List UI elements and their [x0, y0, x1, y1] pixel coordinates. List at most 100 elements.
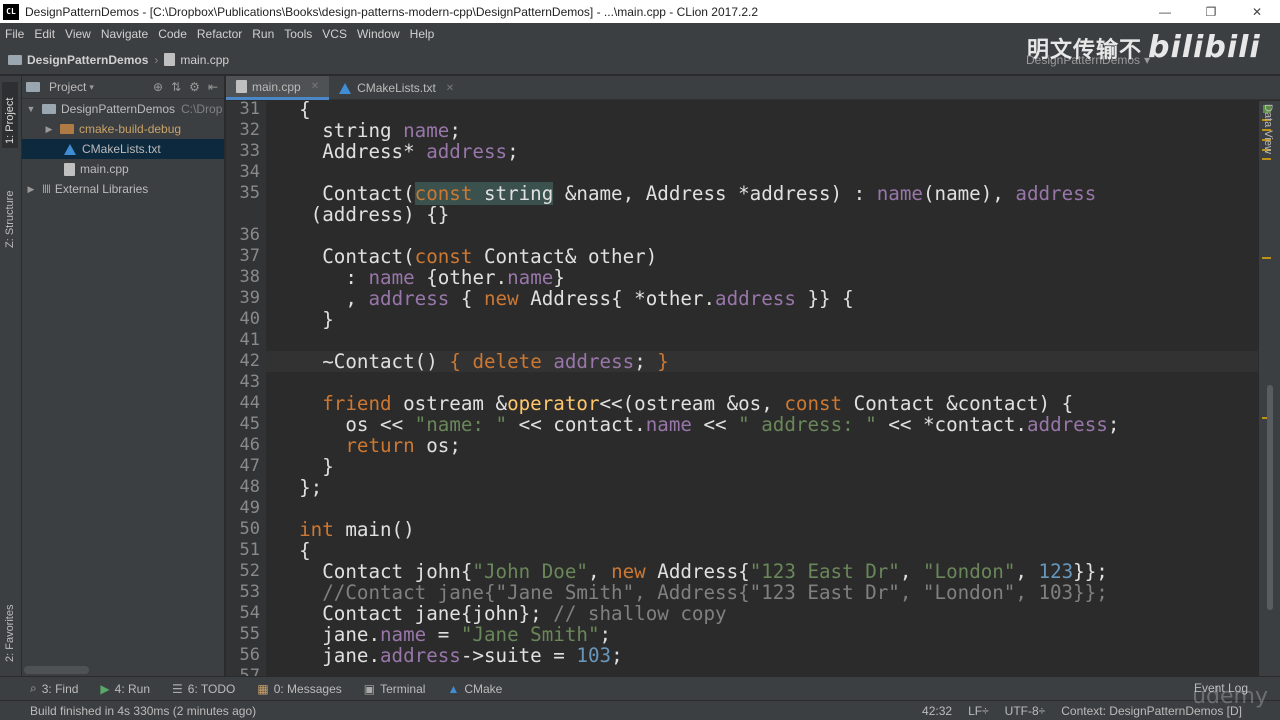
menu-view[interactable]: View — [60, 23, 96, 45]
find-toolwindow-button[interactable]: ⌕ 3: Find — [30, 681, 78, 696]
todo-toolwindow-button[interactable]: ☰ 6: TODO — [172, 682, 235, 696]
hide-panel-icon[interactable]: ⇤ — [208, 80, 218, 94]
code-token: : — [345, 266, 369, 289]
expanded-arrow-icon[interactable]: ▼ — [24, 104, 38, 114]
line-separator-selector[interactable]: LF÷ — [968, 704, 989, 718]
code-line[interactable]: ~Contact() { delete address; } — [322, 351, 669, 372]
menu-refactor[interactable]: Refactor — [192, 23, 247, 45]
close-icon[interactable]: ✕ — [446, 83, 454, 94]
code-line[interactable]: int main() — [299, 519, 415, 540]
horizontal-scrollbar[interactable] — [24, 666, 89, 674]
cmake-icon: ▲ — [447, 681, 460, 696]
code-line[interactable]: } — [322, 456, 334, 477]
library-icon: ‖‖ — [42, 182, 51, 196]
code-line[interactable]: friend ostream &operator<<(ostream &os, … — [322, 393, 1073, 414]
tab-project-toolwindow[interactable]: 1: Project — [2, 82, 18, 148]
code-line[interactable]: return os; — [345, 435, 461, 456]
tree-item-project-root[interactable]: ▼ DesignPatternDemos C:\Drop — [22, 99, 224, 119]
menu-tools[interactable]: Tools — [279, 23, 317, 45]
tree-item-cmakelists[interactable]: CMakeLists.txt — [22, 139, 224, 159]
code-token: jane. — [322, 623, 380, 646]
collapsed-arrow-icon[interactable]: ▶ — [42, 124, 56, 135]
code-line[interactable]: (address) {} — [311, 204, 450, 225]
code-line[interactable]: , address { new Address{ *other.address … — [345, 288, 853, 309]
code-line[interactable]: //Contact jane{"Jane Smith", Address{"12… — [322, 582, 1108, 603]
tab-cmakelists[interactable]: CMakeLists.txt ✕ — [329, 76, 464, 100]
caret-position[interactable]: 42:32 — [922, 704, 952, 718]
code-line[interactable]: : name {other.name} — [345, 267, 565, 288]
cpp-file-icon — [64, 162, 75, 176]
breadcrumb-file[interactable]: main.cpp — [180, 53, 229, 67]
code-line[interactable]: jane.address->suite = 103; — [322, 645, 622, 666]
menu-window[interactable]: Window — [352, 23, 405, 45]
code-token: << *contact. — [876, 413, 1027, 436]
messages-toolwindow-button[interactable]: ▦ 0: Messages — [257, 682, 341, 696]
tree-item-main-cpp[interactable]: main.cpp — [22, 159, 224, 179]
close-icon[interactable]: ✕ — [311, 81, 319, 92]
left-tool-strip: 1: Project Z: Structure 2: Favorites — [0, 76, 22, 676]
minimize-button[interactable]: — — [1142, 0, 1188, 23]
code-line[interactable]: }; — [299, 477, 322, 498]
code-line[interactable]: } — [322, 309, 334, 330]
code-token: <<(ostream &os, — [599, 392, 785, 415]
code-token: ; — [507, 140, 519, 163]
code-line[interactable]: Contact(const Contact& other) — [322, 246, 657, 267]
menu-run[interactable]: Run — [247, 23, 279, 45]
tree-item-cmake-build-debug[interactable]: ▶ cmake-build-debug — [22, 119, 224, 139]
code-line[interactable]: Address* address; — [322, 141, 518, 162]
collapsed-arrow-icon[interactable]: ▶ — [24, 184, 38, 195]
code-line[interactable]: Contact(const string &name, Address *add… — [322, 182, 1096, 205]
menu-file[interactable]: File — [0, 23, 29, 45]
tab-favorites-toolwindow[interactable]: 2: Favorites — [2, 586, 18, 666]
code-line[interactable]: string name; — [322, 120, 461, 141]
terminal-toolwindow-button[interactable]: ▣ Terminal — [364, 682, 426, 696]
menu-edit[interactable]: Edit — [29, 23, 60, 45]
code-token: address — [1026, 413, 1108, 436]
code-token: ; — [599, 623, 612, 646]
encoding-selector[interactable]: UTF-8÷ — [1005, 704, 1046, 718]
breadcrumb-project[interactable]: DesignPatternDemos — [27, 53, 148, 67]
line-number: 47 — [239, 456, 260, 476]
line-number: 52 — [239, 561, 260, 581]
code-token: , — [899, 560, 923, 583]
todo-icon: ☰ — [172, 681, 183, 696]
vertical-scrollbar[interactable] — [1267, 385, 1273, 610]
menu-navigate[interactable]: Navigate — [96, 23, 153, 45]
code-token: friend — [322, 392, 392, 415]
collapse-all-icon[interactable]: ⇅ — [171, 80, 181, 94]
warning-marker[interactable] — [1262, 158, 1271, 160]
tree-item-external-libraries[interactable]: ▶ ‖‖ External Libraries — [22, 179, 224, 199]
code-line[interactable]: Contact john{"John Doe", new Address{"12… — [322, 561, 1108, 582]
line-number: 37 — [239, 246, 260, 266]
code-editor[interactable]: 31 32 33 34 35 36 37 38 39 40 41 42 43 44 45 46 47 48 49 50… — [226, 101, 1258, 676]
tab-structure-toolwindow[interactable]: Z: Structure — [2, 172, 18, 252]
cpp-file-icon — [236, 80, 247, 93]
code-token: name — [507, 266, 554, 289]
close-button[interactable]: ✕ — [1234, 0, 1280, 23]
code-token: const — [414, 182, 473, 205]
menu-help[interactable]: Help — [405, 23, 440, 45]
code-token: }}; — [1073, 560, 1108, 583]
warning-marker[interactable] — [1262, 257, 1271, 259]
chevron-down-icon[interactable]: ▾ — [89, 82, 94, 93]
cmake-toolwindow-button[interactable]: ▲ CMake — [447, 682, 502, 696]
code-line[interactable]: Contact jane{john}; // shallow copy — [322, 603, 726, 624]
error-stripe — [1258, 101, 1280, 676]
code-line[interactable]: { — [299, 101, 311, 120]
code-line[interactable]: { — [299, 540, 311, 561]
code-token: ; — [611, 644, 623, 667]
tab-data-view[interactable]: Data View — [1262, 104, 1274, 154]
scroll-from-source-icon[interactable]: ⊕ — [153, 80, 163, 94]
menu-vcs[interactable]: VCS — [317, 23, 352, 45]
code-line[interactable]: os << "name: " << contact.name << " addr… — [345, 414, 1119, 435]
restore-button[interactable]: ❐ — [1188, 0, 1234, 23]
tab-main-cpp[interactable]: main.cpp ✕ — [226, 76, 330, 100]
project-panel-title[interactable]: Project — [49, 80, 86, 94]
code-token: return — [345, 434, 415, 457]
gear-icon[interactable]: ⚙ — [189, 80, 200, 94]
code-line[interactable]: jane.name = "Jane Smith"; — [322, 624, 611, 645]
code-token: delete — [472, 350, 542, 373]
run-toolwindow-button[interactable]: ▶ 4: Run — [100, 682, 150, 696]
menu-code[interactable]: Code — [153, 23, 192, 45]
